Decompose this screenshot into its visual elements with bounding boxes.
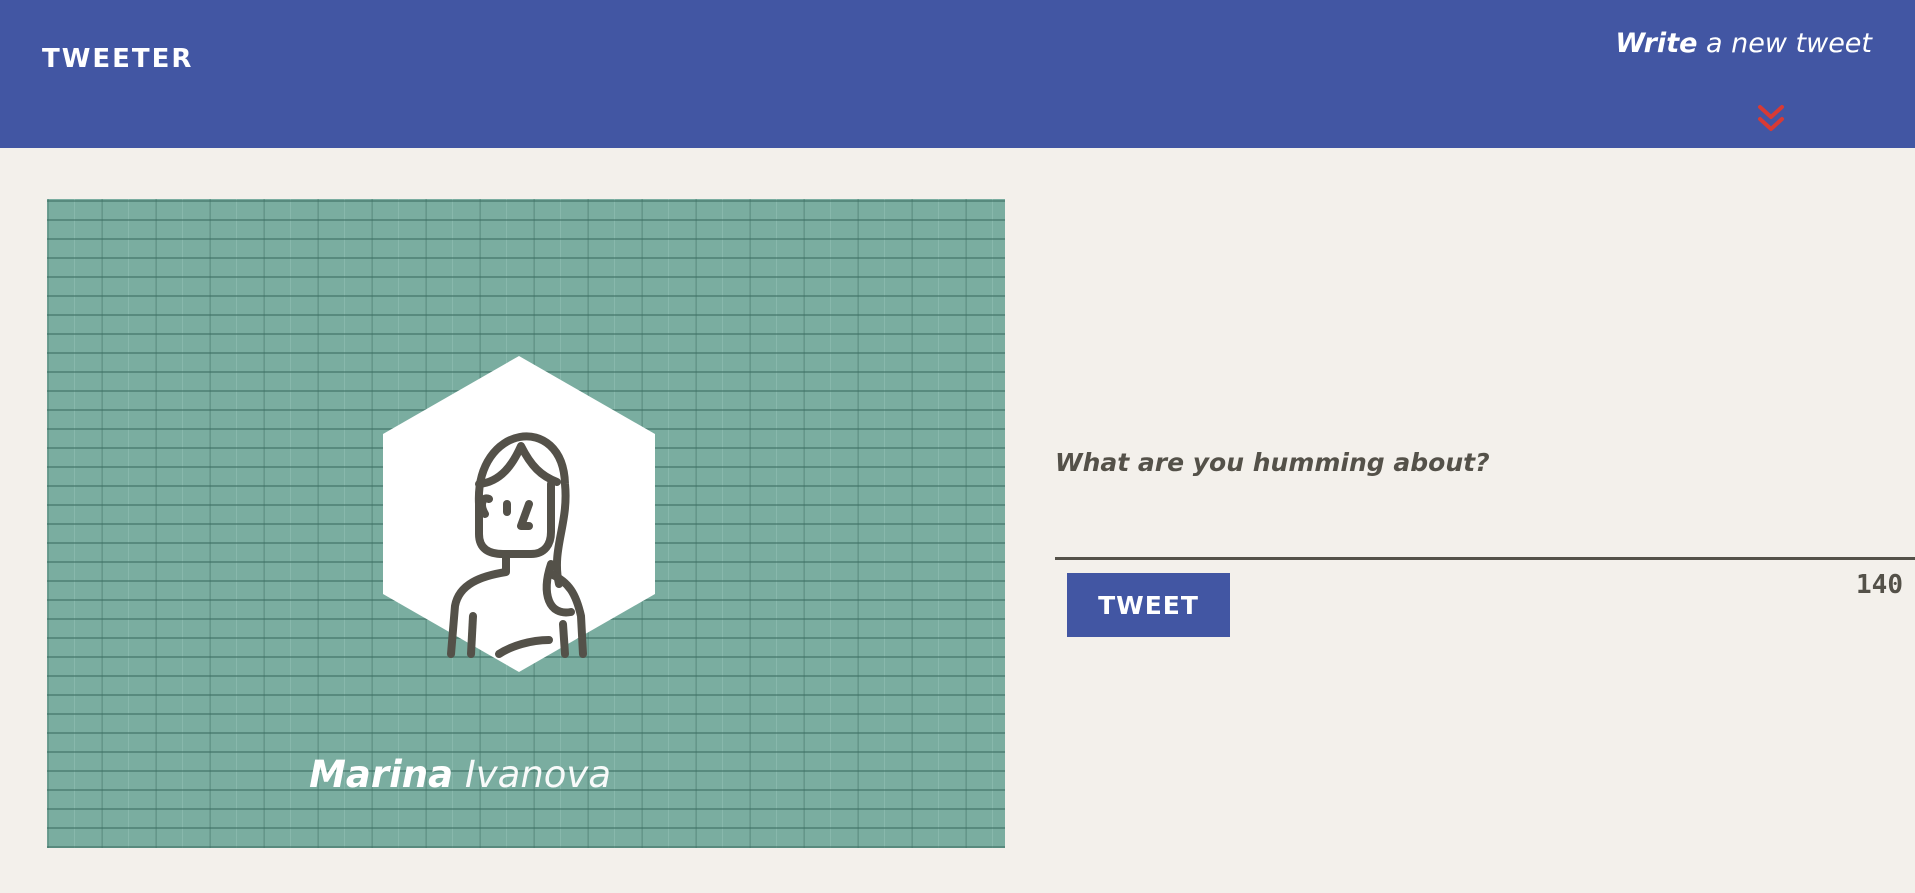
double-chevron-down-icon[interactable] (1756, 103, 1786, 135)
woman-avatar-icon (383, 356, 655, 672)
profile-name: Marina Ivanova (47, 753, 611, 796)
profile-first-name: Marina (309, 753, 454, 796)
char-counter: 140 (1856, 570, 1903, 600)
profile-last-name: Ivanova (453, 753, 611, 796)
brand-logo[interactable]: TWEETER (42, 44, 193, 74)
compose-toggle-emphasis: Write (1615, 28, 1698, 59)
top-navbar: TWEETER Write a new tweet (0, 0, 1915, 148)
tweet-composer: TWEET 140 (1055, 440, 1915, 637)
compose-toggle-rest: a new tweet (1697, 28, 1872, 59)
write-new-tweet-toggle[interactable]: Write a new tweet (1615, 28, 1872, 59)
tweet-text-input[interactable] (1055, 440, 1915, 560)
profile-card: Marina Ivanova (47, 199, 1005, 848)
tweet-button[interactable]: TWEET (1067, 573, 1230, 637)
